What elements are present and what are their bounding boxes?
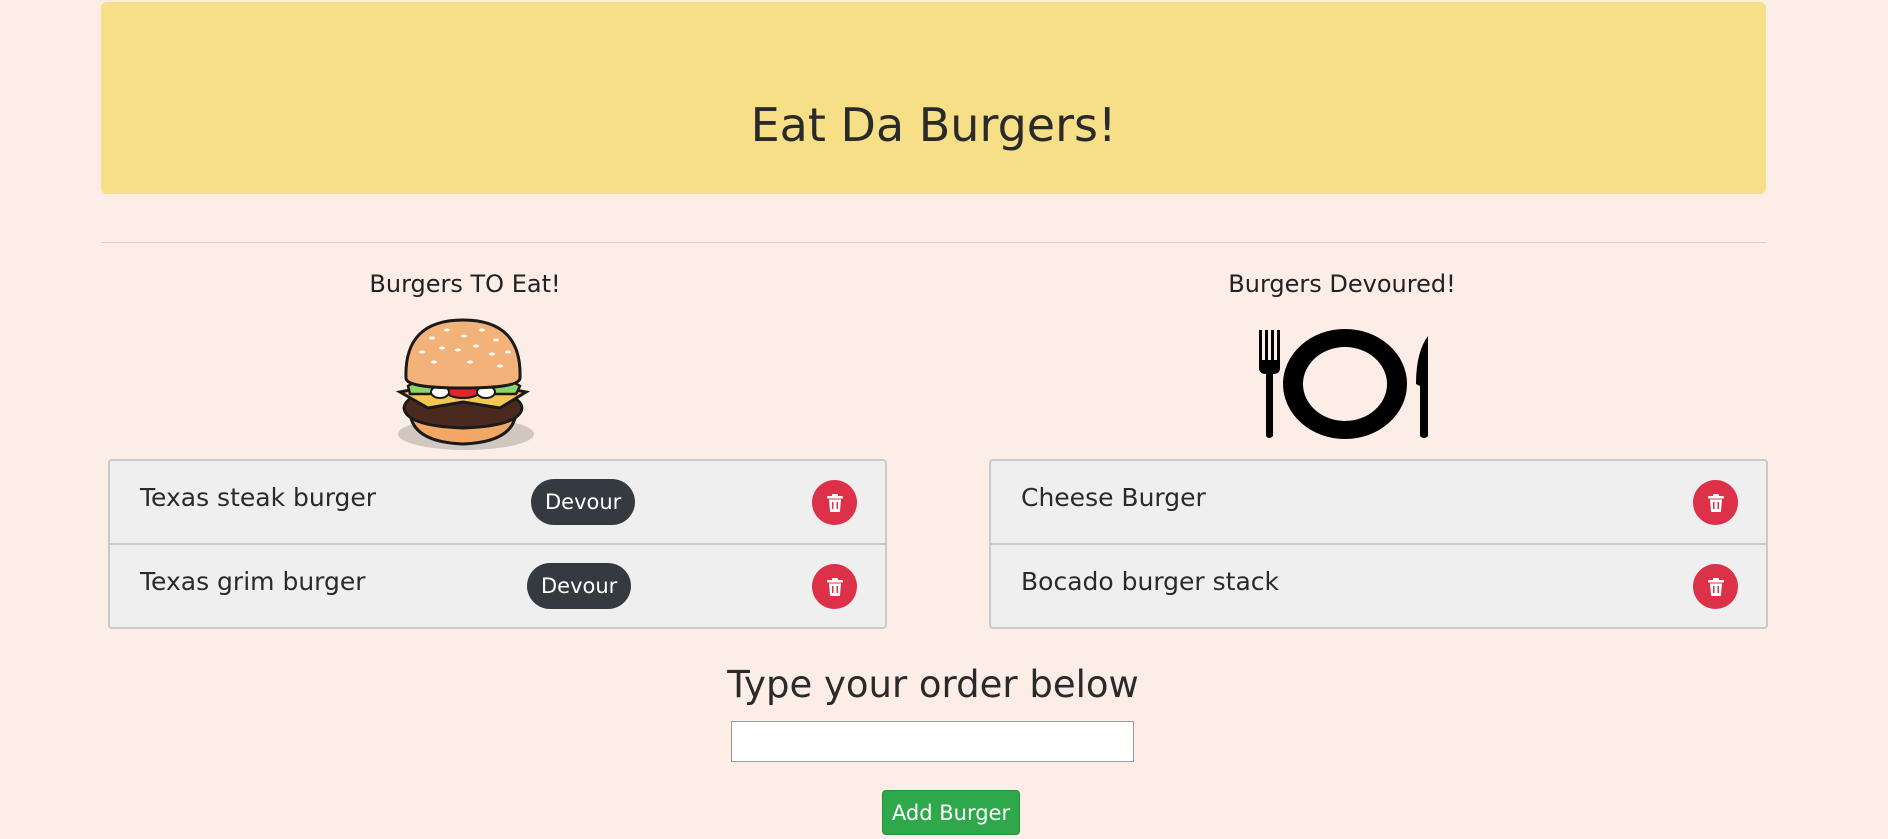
add-burger-button[interactable]: Add Burger xyxy=(882,790,1020,835)
burger-name: Texas steak burger xyxy=(140,483,377,512)
burger-name: Cheese Burger xyxy=(1021,483,1206,512)
delete-button[interactable] xyxy=(812,480,857,525)
list-item: Texas steak burger Devour xyxy=(110,461,885,545)
trash-icon xyxy=(826,577,843,596)
dining-icon xyxy=(1259,329,1428,439)
list-item: Bocado burger stack xyxy=(991,545,1766,627)
list-item: Cheese Burger xyxy=(991,461,1766,545)
to-eat-title: Burgers TO Eat! xyxy=(369,270,561,298)
to-eat-list: Texas steak burger Devour Texas grim bur… xyxy=(108,459,887,629)
burger-image xyxy=(395,318,534,450)
devour-button[interactable]: Devour xyxy=(527,563,632,609)
burger-name: Texas grim burger xyxy=(140,567,366,596)
delete-button[interactable] xyxy=(1693,564,1738,609)
delete-button[interactable] xyxy=(1693,480,1738,525)
header-jumbotron: Eat Da Burgers! xyxy=(101,2,1766,194)
trash-icon xyxy=(1707,577,1724,596)
trash-icon xyxy=(826,493,843,512)
devoured-list: Cheese Burger Bocado burger stack xyxy=(989,459,1768,629)
trash-icon xyxy=(1707,493,1724,512)
divider xyxy=(101,242,1766,243)
delete-button[interactable] xyxy=(812,564,857,609)
list-item: Texas grim burger Devour xyxy=(110,545,885,627)
devour-button[interactable]: Devour xyxy=(531,479,636,525)
devoured-title: Burgers Devoured! xyxy=(1228,270,1456,298)
burger-name-input[interactable] xyxy=(731,721,1134,762)
page-title: Eat Da Burgers! xyxy=(750,98,1117,152)
order-title: Type your order below xyxy=(727,663,1139,706)
burger-name: Bocado burger stack xyxy=(1021,567,1280,596)
